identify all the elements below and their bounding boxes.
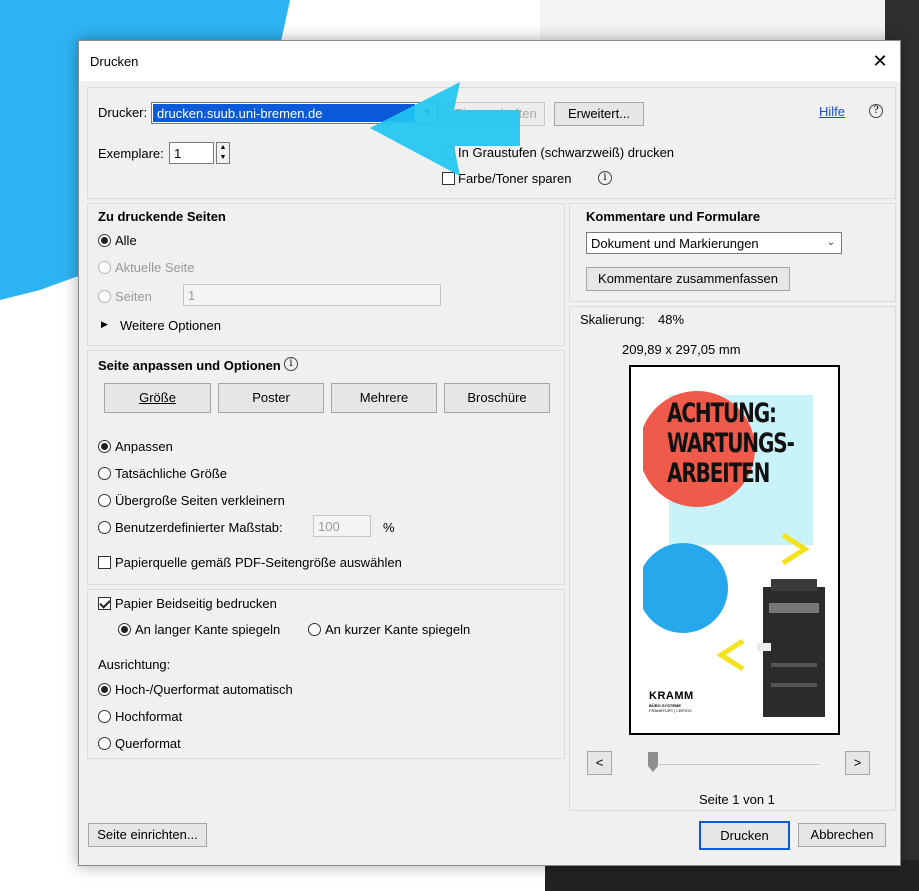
radio-short-edge[interactable]: [308, 623, 321, 636]
next-page-button[interactable]: >: [845, 751, 870, 775]
copies-label: Exemplare:: [98, 146, 164, 161]
prev-page-button[interactable]: <: [587, 751, 612, 775]
custom-scale-input[interactable]: 100: [313, 515, 371, 537]
help-link[interactable]: Hilfe: [819, 104, 845, 119]
pages-range-input[interactable]: 1: [183, 284, 441, 306]
poster-line-1: ACHTUNG:: [667, 398, 777, 429]
paper-source-checkbox[interactable]: [98, 556, 111, 569]
radio-fit-label: Anpassen: [115, 439, 173, 454]
poster-blue-circle: [643, 543, 728, 633]
radio-landscape-label: Querformat: [115, 736, 181, 751]
copier-drawer: [771, 663, 817, 667]
duplex-orientation-group: Papier Beidseitig bedrucken An langer Ka…: [87, 589, 565, 759]
radio-landscape[interactable]: [98, 737, 111, 750]
duplex-label: Papier Beidseitig bedrucken: [115, 596, 277, 611]
tab-multiple[interactable]: Mehrere: [331, 383, 437, 413]
radio-portrait[interactable]: [98, 710, 111, 723]
copier-drawer-2: [771, 683, 817, 687]
print-button[interactable]: Drucken: [699, 821, 790, 850]
info-icon[interactable]: i: [598, 171, 612, 185]
poster-line-2: WARTUNGS-: [667, 428, 795, 459]
dialog-title: Drucken: [90, 54, 139, 69]
radio-all-label: Alle: [115, 233, 137, 248]
more-options-toggle[interactable]: Weitere Optionen: [120, 318, 221, 333]
radio-auto-orientation-label: Hoch-/Querformat automatisch: [115, 682, 293, 697]
poster-line-3: ARBEITEN: [667, 458, 770, 489]
radio-all[interactable]: [98, 234, 111, 247]
page-setup-button[interactable]: Seite einrichten...: [88, 823, 207, 847]
cancel-button[interactable]: Abbrechen: [798, 823, 886, 847]
duplex-checkbox[interactable]: [98, 597, 111, 610]
copies-stepper[interactable]: ▲ ▼: [216, 142, 230, 164]
expand-triangle-icon[interactable]: ▶: [101, 319, 108, 330]
title-bar: Drucken ✕: [79, 41, 900, 81]
close-icon[interactable]: ✕: [868, 49, 892, 73]
comments-group: Kommentare und Formulare Dokument und Ma…: [569, 203, 896, 302]
radio-actual-size[interactable]: [98, 467, 111, 480]
copier-panel: [769, 603, 819, 613]
copier-top: [771, 579, 817, 591]
radio-current-page[interactable]: [98, 261, 111, 274]
radio-pages-label: Seiten: [115, 289, 152, 304]
orientation-heading: Ausrichtung:: [98, 657, 171, 672]
scaling-label: Skalierung:: [580, 312, 646, 327]
help-icon[interactable]: ?: [869, 104, 883, 118]
radio-shrink-oversized[interactable]: [98, 494, 111, 507]
comments-heading: Kommentare und Formulare: [586, 209, 761, 224]
preview-poster: ACHTUNG: WARTUNGS- ARBEITEN KRAMM BÜRO S…: [643, 373, 829, 727]
paper-source-label: Papierquelle gemäß PDF-Seitengröße auswä…: [115, 555, 402, 570]
radio-current-page-label: Aktuelle Seite: [115, 260, 195, 275]
advanced-button[interactable]: Erweitert...: [554, 102, 644, 126]
page-preview: ACHTUNG: WARTUNGS- ARBEITEN KRAMM BÜRO S…: [629, 365, 840, 735]
printer-label: Drucker:: [98, 105, 148, 120]
background-window-strip: [540, 0, 919, 40]
copier-tray: [757, 643, 771, 651]
radio-fit[interactable]: [98, 440, 111, 453]
info-icon[interactable]: i: [284, 357, 298, 371]
fit-options-heading: Seite anpassen und Optionen: [98, 358, 281, 373]
poster-logo-sub2: FRANKFURT | LEIPZIG: [649, 708, 692, 713]
tab-poster[interactable]: Poster: [218, 383, 324, 413]
poster-logo: KRAMM: [649, 690, 694, 702]
summarize-comments-button[interactable]: Kommentare zusammenfassen: [586, 267, 790, 291]
page-slider-track[interactable]: [659, 759, 819, 765]
page-dimensions: 209,89 x 297,05 mm: [622, 342, 741, 357]
stepper-down-icon[interactable]: ▼: [217, 153, 229, 163]
comments-select-value: Dokument und Markierungen: [591, 236, 759, 251]
tab-size[interactable]: Größe: [104, 383, 211, 413]
pages-heading: Zu druckende Seiten: [98, 209, 226, 224]
percent-label: %: [383, 520, 395, 535]
radio-short-edge-label: An kurzer Kante spiegeln: [325, 622, 471, 637]
page-indicator: Seite 1 von 1: [699, 792, 775, 807]
poster-headline: ACHTUNG: WARTUNGS- ARBEITEN: [667, 398, 795, 489]
poster-yellow-chevron-left: [716, 638, 745, 672]
chevron-down-icon: ⌄: [826, 237, 836, 248]
fit-options-group: Seite anpassen und Optionen i Größe Post…: [87, 350, 565, 585]
scaling-value: 48%: [658, 312, 685, 327]
radio-actual-size-label: Tatsächliche Größe: [115, 466, 227, 481]
comments-select[interactable]: Dokument und Markierungen ⌄: [586, 232, 842, 254]
radio-custom-scale[interactable]: [98, 521, 111, 534]
tab-booklet[interactable]: Broschüre: [444, 383, 550, 413]
stepper-up-icon[interactable]: ▲: [217, 143, 229, 153]
pages-to-print-group: Zu druckende Seiten Alle Aktuelle Seite …: [87, 203, 565, 346]
radio-long-edge[interactable]: [118, 623, 131, 636]
overlay-arrow-icon: [370, 82, 520, 176]
radio-portrait-label: Hochformat: [115, 709, 183, 724]
radio-custom-scale-label: Benutzerdefinierter Maßstab:: [115, 520, 283, 535]
radio-shrink-oversized-label: Übergroße Seiten verkleinern: [115, 493, 285, 508]
radio-long-edge-label: An langer Kante spiegeln: [135, 622, 281, 637]
radio-pages[interactable]: [98, 290, 111, 303]
radio-auto-orientation[interactable]: [98, 683, 111, 696]
copies-input[interactable]: 1: [169, 142, 214, 164]
